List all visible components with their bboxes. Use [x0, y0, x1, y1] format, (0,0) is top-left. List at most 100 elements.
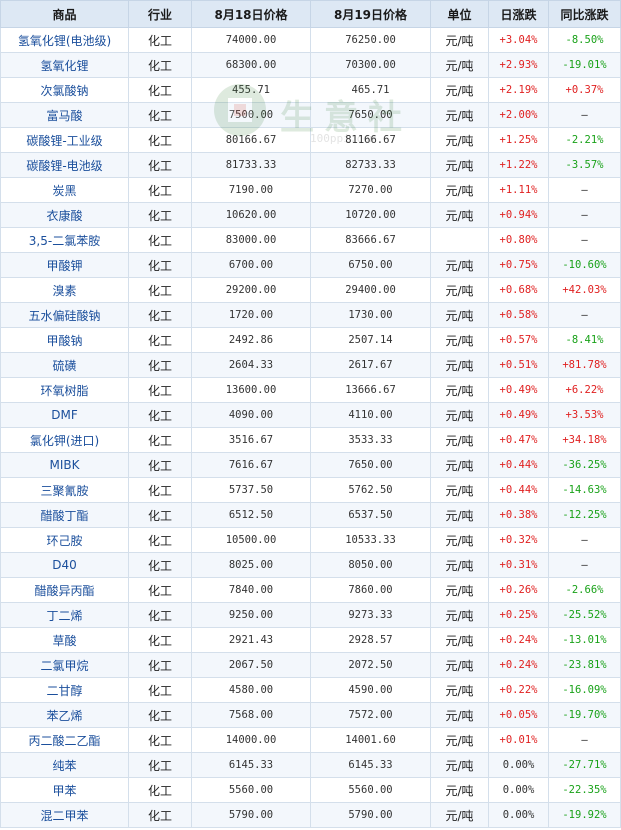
commodity-link[interactable]: 甲酸钠 [0, 327, 129, 353]
industry-cell: 化工 [128, 102, 192, 128]
price-aug18-cell: 455.71 [191, 77, 311, 103]
price-aug19-cell: 1730.00 [310, 302, 431, 328]
industry-cell: 化工 [128, 277, 192, 303]
industry-cell: 化工 [128, 227, 192, 253]
table-row: 醋酸异丙酯 化工 7840.00 7860.00 元/吨 +0.26% -2.66% [0, 577, 621, 603]
commodity-link[interactable]: DMF [0, 402, 129, 428]
industry-cell: 化工 [128, 252, 192, 278]
yoy-change-cell: -2.66% [548, 577, 621, 603]
commodity-link[interactable]: 氢氧化锂 [0, 52, 129, 78]
commodity-link[interactable]: 环己胺 [0, 527, 129, 553]
unit-cell [430, 227, 489, 253]
table-row: 环己胺 化工 10500.00 10533.33 元/吨 +0.32% — [0, 527, 621, 553]
daily-change-cell: +1.11% [488, 177, 549, 203]
price-aug19-cell: 7572.00 [310, 702, 431, 728]
yoy-change-cell: — [548, 202, 621, 228]
commodity-link[interactable]: 环氧树脂 [0, 377, 129, 403]
yoy-change-cell: -22.35% [548, 777, 621, 803]
industry-cell: 化工 [128, 502, 192, 528]
commodity-link[interactable]: 硫磺 [0, 352, 129, 378]
daily-change-cell: +0.24% [488, 627, 549, 653]
daily-change-cell: +0.47% [488, 427, 549, 453]
daily-change-cell: +0.24% [488, 652, 549, 678]
table-header: 商品 行业 8月18日价格 8月19日价格 单位 日涨跌 同比涨跌 [0, 0, 621, 28]
commodity-link[interactable]: 纯苯 [0, 752, 129, 778]
yoy-change-cell: +0.37% [548, 77, 621, 103]
table-row: 草酸 化工 2921.43 2928.57 元/吨 +0.24% -13.01% [0, 627, 621, 653]
commodity-link[interactable]: 五水偏硅酸钠 [0, 302, 129, 328]
daily-change-cell: +0.32% [488, 527, 549, 553]
commodity-link[interactable]: MIBK [0, 452, 129, 478]
table-row: 混二甲苯 化工 5790.00 5790.00 元/吨 0.00% -19.92% [0, 802, 621, 828]
industry-cell: 化工 [128, 577, 192, 603]
unit-cell: 元/吨 [430, 452, 489, 478]
commodity-link[interactable]: 碳酸锂-工业级 [0, 127, 129, 153]
unit-cell: 元/吨 [430, 602, 489, 628]
commodity-link[interactable]: 甲酸钾 [0, 252, 129, 278]
commodity-link[interactable]: 氢氧化锂(电池级) [0, 27, 129, 53]
price-aug18-cell: 6700.00 [191, 252, 311, 278]
table-row: 次氯酸钠 化工 455.71 465.71 元/吨 +2.19% +0.37% [0, 77, 621, 103]
yoy-change-cell: +34.18% [548, 427, 621, 453]
price-aug19-cell: 5560.00 [310, 777, 431, 803]
industry-cell: 化工 [128, 527, 192, 553]
commodity-link[interactable]: 二氯甲烷 [0, 652, 129, 678]
commodity-link[interactable]: 碳酸锂-电池级 [0, 152, 129, 178]
commodity-link[interactable]: 衣康酸 [0, 202, 129, 228]
price-aug18-cell: 1720.00 [191, 302, 311, 328]
industry-cell: 化工 [128, 27, 192, 53]
commodity-link[interactable]: 甲苯 [0, 777, 129, 803]
commodity-link[interactable]: 草酸 [0, 627, 129, 653]
unit-cell: 元/吨 [430, 252, 489, 278]
daily-change-cell: +0.49% [488, 402, 549, 428]
daily-change-cell: +0.38% [488, 502, 549, 528]
price-aug18-cell: 6512.50 [191, 502, 311, 528]
yoy-change-cell: -2.21% [548, 127, 621, 153]
table-body: 氢氧化锂(电池级) 化工 74000.00 76250.00 元/吨 +3.04% -8.5… [0, 27, 621, 828]
yoy-change-cell: +6.22% [548, 377, 621, 403]
commodity-link[interactable]: D40 [0, 552, 129, 578]
table-row: 碳酸锂-电池级 化工 81733.33 82733.33 元/吨 +1.22% -3.57% [0, 152, 621, 178]
commodity-link[interactable]: 氯化钾(进口) [0, 427, 129, 453]
commodity-link[interactable]: 富马酸 [0, 102, 129, 128]
yoy-change-cell: -36.25% [548, 452, 621, 478]
commodity-link[interactable]: 苯乙烯 [0, 702, 129, 728]
commodity-link[interactable]: 醋酸丁酯 [0, 502, 129, 528]
yoy-change-cell: -16.09% [548, 677, 621, 703]
daily-change-cell: +0.22% [488, 677, 549, 703]
yoy-change-cell: -13.01% [548, 627, 621, 653]
table-row: 甲酸钾 化工 6700.00 6750.00 元/吨 +0.75% -10.60% [0, 252, 621, 278]
daily-change-cell: +0.80% [488, 227, 549, 253]
commodity-link[interactable]: 次氯酸钠 [0, 77, 129, 103]
commodity-link[interactable]: 丁二烯 [0, 602, 129, 628]
daily-change-cell: 0.00% [488, 752, 549, 778]
commodity-link[interactable]: 混二甲苯 [0, 802, 129, 828]
price-aug19-cell: 5762.50 [310, 477, 431, 503]
commodity-link[interactable]: 三聚氰胺 [0, 477, 129, 503]
price-aug19-cell: 76250.00 [310, 27, 431, 53]
price-aug19-cell: 7650.00 [310, 452, 431, 478]
price-aug19-cell: 10720.00 [310, 202, 431, 228]
yoy-change-cell: -19.01% [548, 52, 621, 78]
price-aug19-cell: 82733.33 [310, 152, 431, 178]
commodity-link[interactable]: 二甘醇 [0, 677, 129, 703]
daily-change-cell: +1.22% [488, 152, 549, 178]
yoy-change-cell: — [548, 177, 621, 203]
unit-cell: 元/吨 [430, 127, 489, 153]
commodity-link[interactable]: 溴素 [0, 277, 129, 303]
price-aug19-cell: 81166.67 [310, 127, 431, 153]
yoy-change-cell: — [548, 102, 621, 128]
price-aug18-cell: 29200.00 [191, 277, 311, 303]
price-aug19-cell: 7650.00 [310, 102, 431, 128]
price-aug18-cell: 10500.00 [191, 527, 311, 553]
price-aug19-cell: 4110.00 [310, 402, 431, 428]
commodity-link[interactable]: 醋酸异丙酯 [0, 577, 129, 603]
commodity-link[interactable]: 3,5-二氯苯胺 [0, 227, 129, 253]
daily-change-cell: +2.19% [488, 77, 549, 103]
commodity-link[interactable]: 丙二酸二乙酯 [0, 727, 129, 753]
daily-change-cell: +0.58% [488, 302, 549, 328]
industry-cell: 化工 [128, 352, 192, 378]
unit-cell: 元/吨 [430, 527, 489, 553]
price-aug18-cell: 5790.00 [191, 802, 311, 828]
commodity-link[interactable]: 炭黑 [0, 177, 129, 203]
